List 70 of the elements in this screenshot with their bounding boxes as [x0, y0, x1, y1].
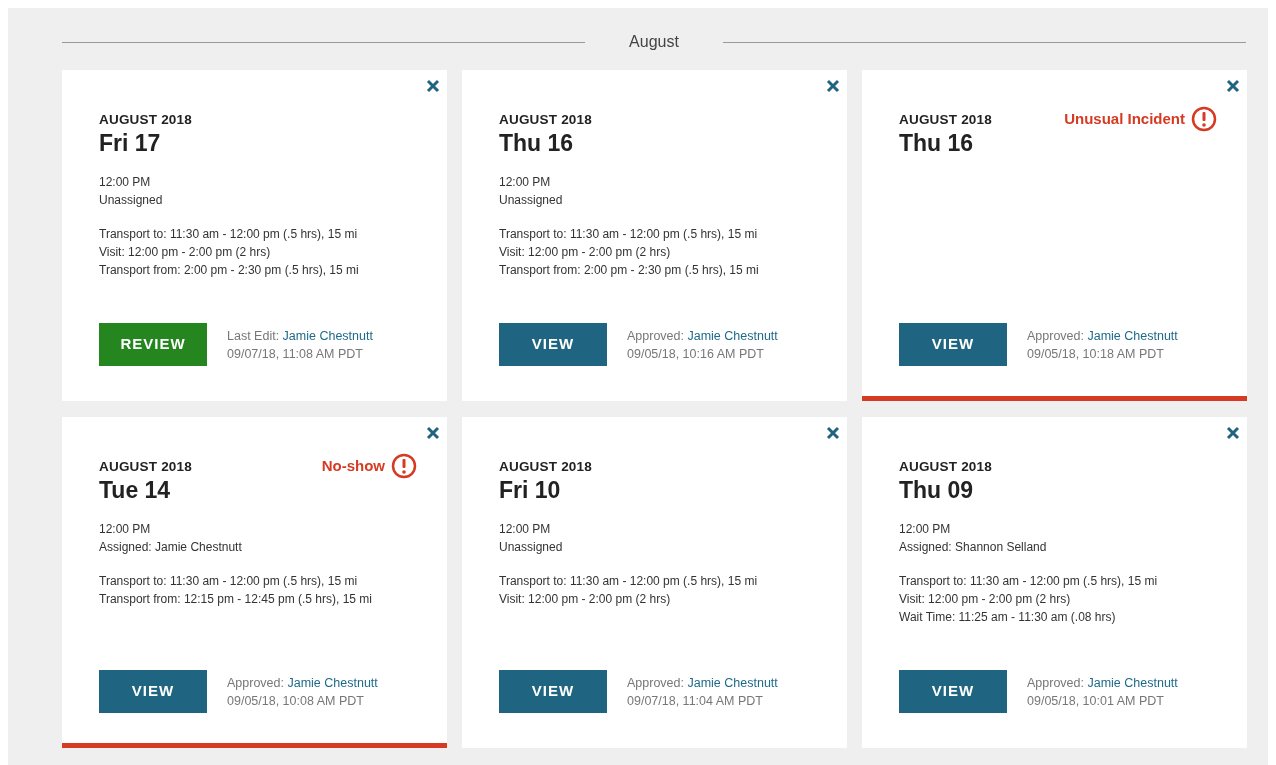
close-icon[interactable]	[1226, 79, 1240, 93]
schedule-text: Wait Time: 11:25 am - 11:30 am (.08 hrs)	[899, 608, 1117, 626]
alert-label: Unusual Incident	[1064, 108, 1185, 129]
close-icon[interactable]	[426, 79, 440, 93]
status-label: Approved:	[1027, 675, 1084, 690]
month-label: AUGUST 2018	[499, 111, 592, 129]
day-label: Fri 17	[99, 130, 161, 157]
schedule-text: Transport to: 11:30 am - 12:00 pm (.5 hrs), 15 mi	[99, 225, 359, 243]
status-label: Approved:	[1027, 328, 1084, 343]
status-date: 09/05/18, 10:08 AM PDT	[227, 692, 365, 710]
day-label: Fri 10	[499, 477, 561, 504]
day-label: Thu 16	[499, 130, 574, 157]
month-label: AUGUST 2018	[899, 111, 992, 129]
time-text: 12:00 PM	[499, 173, 552, 191]
schedule-text: Visit: 12:00 pm - 2:00 pm (2 hrs)	[499, 243, 672, 261]
warning-icon	[391, 453, 417, 479]
schedule-text: Visit: 12:00 pm - 2:00 pm (2 hrs)	[99, 243, 272, 261]
time-text: 12:00 PM	[899, 520, 952, 538]
view-button[interactable]: VIEW	[99, 670, 207, 713]
month-label: AUGUST 2018	[899, 458, 992, 476]
status-label: Approved:	[627, 328, 684, 343]
view-button[interactable]: VIEW	[899, 670, 1007, 713]
schedule-text: Visit: 12:00 pm - 2:00 pm (2 hrs)	[499, 590, 672, 608]
section-title: August	[628, 32, 680, 52]
user-link[interactable]: Jamie Chestnutt	[1087, 675, 1178, 690]
status-date: 09/05/18, 10:16 AM PDT	[627, 345, 765, 363]
close-icon[interactable]	[826, 79, 840, 93]
status-label: Last Edit:	[227, 328, 280, 343]
month-label: AUGUST 2018	[99, 111, 192, 129]
close-icon[interactable]	[426, 426, 440, 440]
schedule-text: Transport to: 11:30 am - 12:00 pm (.5 hrs), 15 mi	[899, 572, 1159, 590]
month-label: AUGUST 2018	[99, 458, 192, 476]
status-label: Approved:	[227, 675, 284, 690]
assignee-text: Unassigned	[499, 538, 564, 556]
assignee-text: Unassigned	[499, 191, 564, 209]
user-link[interactable]: Jamie Chestnutt	[1087, 328, 1178, 343]
user-link[interactable]: Jamie Chestnutt	[287, 675, 378, 690]
schedule-text: Transport to: 11:30 am - 12:00 pm (.5 hrs), 15 mi	[99, 572, 359, 590]
status-date: 09/05/18, 10:18 AM PDT	[1027, 345, 1165, 363]
view-button[interactable]: VIEW	[499, 323, 607, 366]
schedule-text: Transport from: 2:00 pm - 2:30 pm (.5 hrs), 15 mi	[499, 261, 760, 279]
review-button[interactable]: REVIEW	[99, 323, 207, 366]
time-text: 12:00 PM	[99, 520, 152, 538]
view-button[interactable]: VIEW	[499, 670, 607, 713]
close-icon[interactable]	[826, 426, 840, 440]
schedule-text: Transport to: 11:30 am - 12:00 pm (.5 hrs), 15 mi	[499, 225, 759, 243]
day-label: Thu 09	[899, 477, 974, 504]
time-text: 12:00 PM	[499, 520, 552, 538]
assignee-text: Unassigned	[99, 191, 164, 209]
assignee-text: Assigned: Jamie Chestnutt	[99, 538, 243, 556]
schedule-text: Visit: 12:00 pm - 2:00 pm (2 hrs)	[899, 590, 1072, 608]
user-link[interactable]: Jamie Chestnutt	[687, 675, 778, 690]
warning-icon	[1191, 106, 1217, 132]
status-label: Approved:	[627, 675, 684, 690]
schedule-text: Transport from: 2:00 pm - 2:30 pm (.5 hrs), 15 mi	[99, 261, 360, 279]
view-button[interactable]: VIEW	[899, 323, 1007, 366]
schedule-text: Transport to: 11:30 am - 12:00 pm (.5 hrs), 15 mi	[499, 572, 759, 590]
status-date: 09/07/18, 11:04 AM PDT	[627, 692, 764, 710]
user-link[interactable]: Jamie Chestnutt	[282, 328, 373, 343]
month-label: AUGUST 2018	[499, 458, 592, 476]
close-icon[interactable]	[1226, 426, 1240, 440]
status-date: 09/07/18, 11:08 AM PDT	[227, 345, 364, 363]
day-label: Thu 16	[899, 130, 974, 157]
assignee-text: Assigned: Shannon Selland	[899, 538, 1048, 556]
status-date: 09/05/18, 10:01 AM PDT	[1027, 692, 1165, 710]
time-text: 12:00 PM	[99, 173, 152, 191]
user-link[interactable]: Jamie Chestnutt	[687, 328, 778, 343]
alert-label: No-show	[321, 455, 385, 476]
day-label: Tue 14	[99, 477, 171, 504]
schedule-text: Transport from: 12:15 pm - 12:45 pm (.5 hrs), 15 mi	[99, 590, 373, 608]
